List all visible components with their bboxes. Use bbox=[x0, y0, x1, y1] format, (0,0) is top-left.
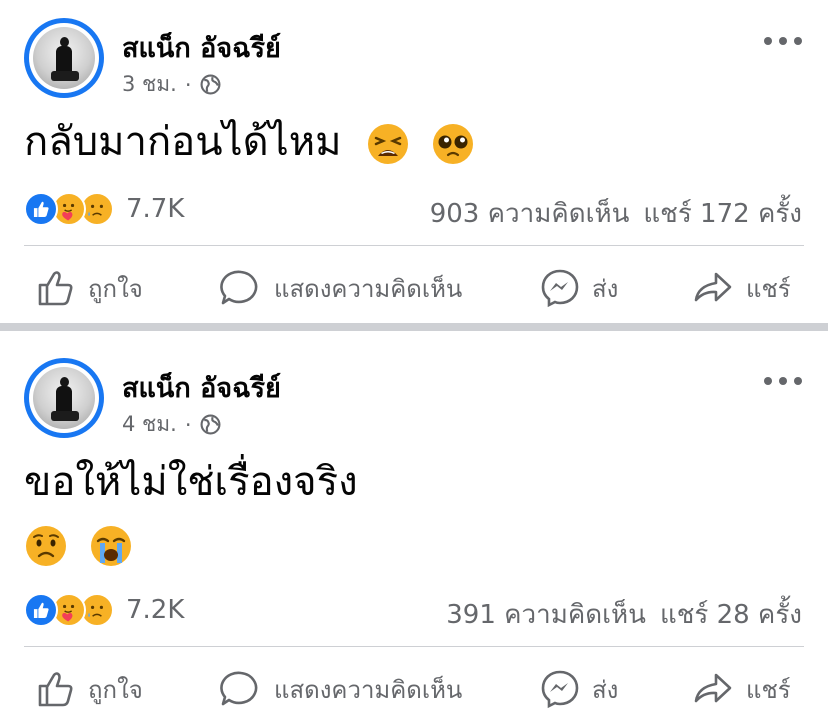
avatar[interactable] bbox=[24, 18, 104, 98]
send-label: ส่ง bbox=[592, 675, 619, 704]
comment-button[interactable]: แสดงความคิดเห็น bbox=[220, 664, 462, 714]
send-button[interactable]: ส่ง bbox=[540, 263, 618, 313]
reaction-summary[interactable]: 7.7K bbox=[24, 192, 184, 226]
reaction-count: 7.2K bbox=[126, 595, 185, 625]
share-arrow-icon bbox=[694, 673, 732, 703]
action-bar: ถูกใจ แสดงความคิดเห็น ส่ง แชร์ bbox=[0, 664, 828, 714]
post-1: สแน็ก อัจฉรีย์ 3 ชม. · กลับมาก่อนได้ไหม bbox=[0, 0, 828, 320]
thumbs-up-icon bbox=[38, 271, 73, 306]
share-count[interactable]: แชร์ 172 ครั้ง bbox=[643, 199, 802, 229]
post-meta: 4 ชม. · bbox=[122, 408, 221, 441]
pleading-face-icon bbox=[432, 124, 473, 164]
worried-face-icon bbox=[26, 526, 66, 566]
post-meta: 3 ชม. · bbox=[122, 68, 221, 101]
globe-icon bbox=[200, 414, 220, 435]
share-label: แชร์ bbox=[746, 675, 791, 704]
more-options-icon[interactable] bbox=[764, 376, 802, 386]
loudly-crying-face-icon bbox=[90, 526, 131, 566]
action-bar: ถูกใจ แสดงความคิดเห็น ส่ง แชร์ bbox=[0, 263, 828, 313]
reaction-summary[interactable]: 7.2K bbox=[24, 593, 184, 627]
share-arrow-icon bbox=[694, 272, 732, 302]
avatar[interactable] bbox=[24, 358, 104, 438]
comment-count[interactable]: 903 ความคิดเห็น bbox=[430, 199, 630, 229]
send-label: ส่ง bbox=[592, 274, 619, 303]
comment-label: แสดงความคิดเห็น bbox=[274, 675, 463, 704]
globe-icon bbox=[200, 74, 220, 95]
messenger-icon bbox=[541, 670, 579, 709]
like-reaction-icon bbox=[24, 593, 58, 627]
post-time[interactable]: 3 ชม. bbox=[122, 68, 177, 101]
thumbs-up-icon bbox=[38, 672, 73, 707]
share-count[interactable]: แชร์ 28 ครั้ง bbox=[660, 600, 802, 630]
author-name[interactable]: สแน็ก อัจฉรีย์ bbox=[122, 366, 281, 409]
profile-photo bbox=[33, 27, 95, 89]
post-text: ขอให้ไม่ใช่เรื่องจริง bbox=[24, 459, 358, 505]
post-emoji-line bbox=[24, 520, 133, 568]
like-label: ถูกใจ bbox=[88, 675, 143, 704]
share-label: แชร์ bbox=[746, 274, 791, 303]
meta-separator: · bbox=[184, 72, 192, 97]
more-options-icon[interactable] bbox=[764, 36, 802, 46]
meta-separator: · bbox=[184, 412, 192, 437]
divider bbox=[24, 646, 804, 647]
messenger-icon bbox=[541, 269, 579, 308]
like-label: ถูกใจ bbox=[88, 274, 143, 303]
post-text-line: กลับมาก่อนได้ไหม bbox=[24, 118, 475, 166]
like-button[interactable]: ถูกใจ bbox=[36, 664, 143, 714]
divider bbox=[24, 245, 804, 246]
weary-face-icon bbox=[368, 124, 409, 164]
post-2: สแน็ก อัจฉรีย์ 4 ชม. · ขอให้ไม่ใช่เรื่อง… bbox=[0, 340, 828, 709]
share-button[interactable]: แชร์ bbox=[692, 664, 791, 714]
comment-icon bbox=[220, 671, 258, 706]
post-text: กลับมาก่อนได้ไหม bbox=[24, 119, 342, 165]
post-separator bbox=[0, 323, 828, 331]
like-button[interactable]: ถูกใจ bbox=[36, 263, 143, 313]
author-name[interactable]: สแน็ก อัจฉรีย์ bbox=[122, 26, 281, 69]
comment-label: แสดงความคิดเห็น bbox=[274, 274, 463, 303]
post-stats: 903 ความคิดเห็น แชร์ 172 ครั้ง bbox=[430, 193, 802, 234]
share-button[interactable]: แชร์ bbox=[692, 263, 791, 313]
post-stats: 391 ความคิดเห็น แชร์ 28 ครั้ง bbox=[446, 594, 802, 635]
comment-button[interactable]: แสดงความคิดเห็น bbox=[220, 263, 462, 313]
comment-count[interactable]: 391 ความคิดเห็น bbox=[446, 600, 646, 630]
send-button[interactable]: ส่ง bbox=[540, 664, 618, 714]
profile-photo bbox=[33, 367, 95, 429]
comment-icon bbox=[220, 270, 258, 305]
post-time[interactable]: 4 ชม. bbox=[122, 408, 177, 441]
reaction-count: 7.7K bbox=[126, 194, 185, 224]
like-reaction-icon bbox=[24, 192, 58, 226]
